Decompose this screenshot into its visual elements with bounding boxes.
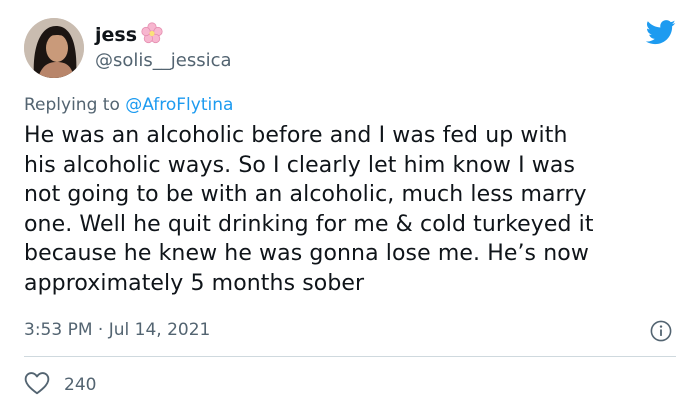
- display-name[interactable]: jess: [95, 24, 137, 46]
- cherry-blossom-icon: [141, 22, 163, 48]
- tweet-text-line: not going to be with an alcoholic, much …: [24, 182, 587, 207]
- avatar-photo: [24, 18, 84, 78]
- avatar[interactable]: [24, 18, 84, 78]
- replying-to-line: Replying to @AfroFlytina: [24, 95, 233, 115]
- tweet-text-line: one. Well he quit drinking for me & cold…: [24, 211, 594, 237]
- tweet-timestamp[interactable]: 3:53 PM · Jul 14, 2021: [24, 320, 210, 340]
- replying-to-label: Replying to: [24, 95, 120, 115]
- heart-icon[interactable]: [24, 371, 50, 399]
- twitter-bird-icon[interactable]: [645, 20, 676, 49]
- tweet-text-line: He was an alcoholic before and I was fed…: [24, 123, 568, 148]
- reply-mention-link[interactable]: @AfroFlytina: [125, 95, 233, 115]
- display-name-row: jess: [95, 22, 163, 48]
- tweet-text-line: his alcoholic ways. So I clearly let him…: [24, 152, 576, 178]
- tweet-text: He was an alcoholic before and I was fed…: [24, 121, 684, 298]
- tweet-text-line: approximately 5 months sober: [24, 270, 365, 296]
- tweet-card: jess @solis__jessica Replying to @AfroFl…: [0, 0, 700, 411]
- like-action[interactable]: 240: [24, 371, 96, 399]
- user-handle[interactable]: @solis__jessica: [95, 50, 232, 71]
- info-icon[interactable]: [650, 320, 672, 346]
- like-count: 240: [64, 375, 97, 395]
- divider: [24, 356, 676, 357]
- tweet-text-line: because he knew he was gonna lose me. He…: [24, 241, 589, 266]
